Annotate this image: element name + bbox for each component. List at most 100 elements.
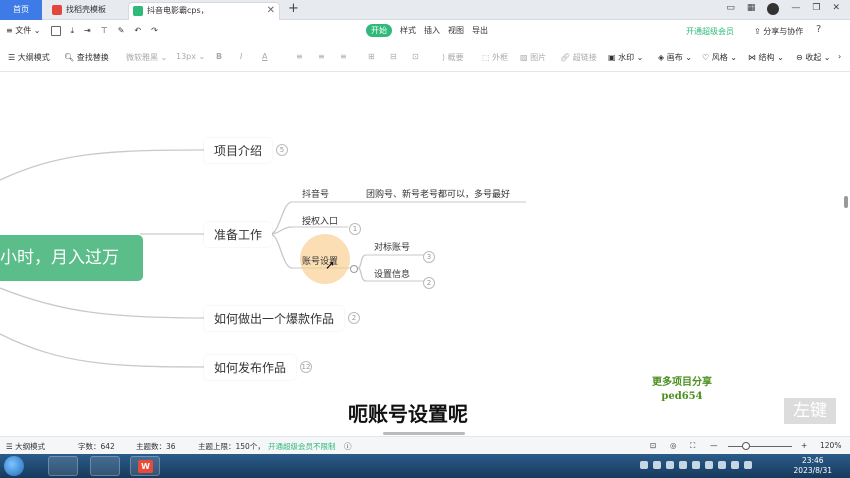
tab-home[interactable]: 首页	[0, 0, 42, 20]
insert-topic-icon[interactable]: ⊞	[368, 52, 375, 61]
frame-button[interactable]: ⬚ 外框	[482, 52, 508, 63]
font-color-button[interactable]: A	[262, 52, 267, 61]
insert-subtopic-icon[interactable]: ⊟	[390, 52, 397, 61]
horizontal-scrollbar[interactable]	[383, 432, 465, 435]
topic-viral-work[interactable]: 如何做出一个爆款作品	[204, 306, 345, 331]
download-icon[interactable]: ⤓	[71, 26, 75, 36]
zoom-in-button[interactable]: +	[801, 441, 807, 450]
promo-watermark: 更多项目分享 ped654	[652, 376, 712, 404]
bold-button[interactable]: B	[216, 52, 222, 61]
tray-icon[interactable]	[731, 461, 739, 469]
subtopic-auth-entry[interactable]: 授权入口	[302, 214, 338, 227]
tray-icon[interactable]	[666, 461, 674, 469]
close-icon[interactable]: ✕	[267, 3, 275, 19]
watermark-button[interactable]: ▣ 水印 ⌄	[608, 52, 643, 63]
zoom-out-button[interactable]: —	[710, 441, 718, 450]
style-button[interactable]: ♡ 风格 ⌄	[702, 52, 737, 63]
summary-button[interactable]: ⟩ 概要	[442, 52, 464, 63]
toolbar-more-icon[interactable]: ›	[838, 52, 841, 61]
new-tab-button[interactable]: +	[288, 1, 299, 16]
save-icon[interactable]	[50, 25, 61, 36]
restore-icon[interactable]: ❐	[812, 3, 820, 15]
menu-start[interactable]: 开始	[366, 24, 392, 37]
subtopic-douyin-account[interactable]: 抖音号	[302, 187, 329, 200]
menu-export[interactable]: 导出	[472, 25, 488, 36]
find-replace-button[interactable]: 🔍︎ 查找替换	[64, 52, 109, 63]
topic-publish[interactable]: 如何发布作品	[204, 355, 297, 380]
tray-icon[interactable]	[718, 461, 726, 469]
taskbar-app-explorer[interactable]	[48, 456, 78, 476]
topic-preparation[interactable]: 准备工作	[204, 222, 273, 247]
window-close-icon[interactable]: ✕	[832, 3, 840, 15]
root-topic[interactable]: 小时，月入过万	[0, 235, 143, 281]
structure-button[interactable]: ⋈ 结构 ⌄	[748, 52, 784, 63]
collapse-toggle[interactable]	[350, 265, 358, 273]
child-count-badge[interactable]: 1	[349, 223, 361, 235]
zoom-slider[interactable]	[728, 446, 792, 447]
help-icon[interactable]: ?	[816, 24, 821, 35]
subtopic-douyin-note[interactable]: 团购号、新号老号都可以，多号最好	[366, 187, 510, 200]
font-select[interactable]: 微软雅黑 ⌄	[126, 52, 167, 63]
minimize-icon[interactable]: —	[791, 3, 800, 15]
mindmap-canvas[interactable]: 小时，月入过万 项目介绍 5 准备工作 如何做出一个爆款作品 2 如何发布作品 …	[0, 72, 850, 436]
status-outline-button[interactable]: ☰ 大纲模式	[6, 441, 45, 452]
topic-project-intro[interactable]: 项目介绍	[204, 138, 273, 163]
tray-icon[interactable]	[744, 461, 752, 469]
start-button[interactable]	[4, 456, 24, 476]
vertical-scrollbar[interactable]	[844, 196, 848, 208]
vip-link[interactable]: 开通超级会员	[686, 26, 734, 37]
tray-icon[interactable]	[653, 461, 661, 469]
tray-icon[interactable]	[640, 461, 648, 469]
taskbar-app-baidu[interactable]	[90, 456, 120, 476]
mindmap-file-icon	[133, 6, 143, 16]
align-left-icon[interactable]: ≡	[296, 52, 303, 61]
redo-icon[interactable]: ↷	[151, 26, 158, 35]
undo-icon[interactable]: ↶	[134, 26, 141, 35]
image-button[interactable]: ▨ 图片	[520, 52, 546, 63]
collapse-button[interactable]: ⊖ 收起 ⌄	[796, 52, 831, 63]
avatar[interactable]	[767, 3, 780, 15]
grid-icon[interactable]: ▦	[747, 3, 756, 15]
outline-mode-button[interactable]: ☰ 大纲模式	[8, 52, 50, 63]
taskbar-clock[interactable]: 23:46 2023/8/31	[794, 456, 832, 476]
align-center-icon[interactable]: ≡	[318, 52, 325, 61]
child-count-badge[interactable]: 2	[348, 312, 360, 324]
child-count-badge[interactable]: 2	[423, 277, 435, 289]
file-menu[interactable]: ≡ 文件 ⌄	[6, 25, 41, 36]
tray-icon[interactable]	[692, 461, 700, 469]
menu-insert[interactable]: 插入	[424, 25, 440, 36]
insert-parent-icon[interactable]: ⊡	[412, 52, 419, 61]
share-button[interactable]: ⇪ 分享与协作	[754, 26, 803, 37]
menu-view[interactable]: 视图	[448, 25, 464, 36]
font-size-select[interactable]: 13px ⌄	[176, 52, 205, 61]
child-count-badge[interactable]: 12	[300, 361, 312, 373]
locate-icon[interactable]: ◎	[670, 441, 677, 450]
style-label: 风格	[711, 53, 728, 62]
upgrade-link[interactable]: 开通超级会员不限制	[268, 441, 336, 452]
tray-icon[interactable]	[679, 461, 687, 469]
subtopic-set-info[interactable]: 设置信息	[374, 267, 410, 280]
taskbar-app-wps[interactable]: W	[130, 456, 160, 476]
italic-button[interactable]: I	[240, 52, 242, 61]
child-count-badge[interactable]: 3	[423, 251, 435, 263]
zoom-slider-handle[interactable]	[742, 442, 750, 450]
font-size-value: 13px	[176, 52, 196, 61]
info-icon[interactable]: ⓘ	[344, 441, 352, 452]
tab-templates[interactable]: 找稻壳模板	[48, 2, 124, 20]
export-icon[interactable]: ⇥	[84, 26, 91, 35]
subtopic-benchmark-account[interactable]: 对标账号	[374, 240, 410, 253]
fit-screen-icon[interactable]: ⊡	[650, 441, 656, 450]
pen-icon[interactable]: ✎	[118, 26, 125, 35]
tab-document[interactable]: 抖音电影霸cps， ✕	[128, 2, 280, 20]
fullscreen-icon[interactable]: ⛶	[690, 441, 695, 451]
menu-style[interactable]: 样式	[400, 25, 416, 36]
format-painter-icon[interactable]: ⊤	[101, 26, 108, 35]
tray-icon[interactable]	[705, 461, 713, 469]
child-count-badge[interactable]: 5	[276, 144, 288, 156]
promo-line-2: ped654	[661, 391, 703, 402]
align-right-icon[interactable]: ≡	[340, 52, 347, 61]
canvas-button[interactable]: ◈ 画布 ⌄	[658, 52, 692, 63]
layout-icon[interactable]: ▭	[726, 3, 735, 15]
share-label: 分享与协作	[763, 27, 804, 36]
hyperlink-button[interactable]: 🔗︎ 超链接	[560, 52, 597, 63]
